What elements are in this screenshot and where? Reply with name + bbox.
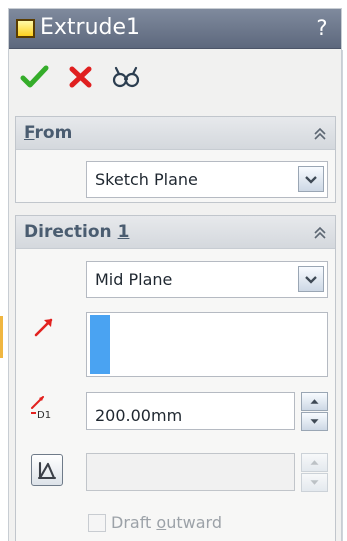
action-toolbar — [9, 50, 341, 104]
extrude-property-manager-screenshot: Extrude1 ? From Sketch Plane Direction 1… — [0, 0, 347, 541]
draft-outward-label-suffix: utward — [166, 513, 222, 532]
draft-spin-down-button — [301, 473, 328, 492]
from-mnemonic: F — [24, 123, 35, 143]
draft-outward-label-prefix: Draft — [111, 513, 157, 532]
direction-section-header[interactable]: Direction 1 — [16, 216, 335, 249]
window-title: Extrude1 — [40, 15, 141, 40]
draft-angle-input — [86, 453, 295, 491]
depth-spin-down-button[interactable] — [301, 412, 328, 431]
title-bar: Extrude1 ? — [9, 9, 341, 49]
double-chevron-up-icon[interactable] — [313, 225, 327, 241]
draft-toggle-button[interactable] — [31, 454, 63, 486]
help-button[interactable]: ? — [313, 16, 331, 40]
part-icon — [16, 19, 35, 38]
ok-button[interactable] — [19, 64, 49, 90]
direction-arrow-icon[interactable] — [32, 315, 56, 339]
direction-1-section: Direction 1 Mid Plane D1 200.00mm Draft … — [15, 215, 336, 541]
depth-spin-up-button[interactable] — [301, 392, 328, 411]
extrude-property-manager: Extrude1 ? From Sketch Plane Direction 1… — [8, 8, 343, 541]
end-condition-value: Mid Plane — [95, 270, 173, 289]
direction-section-title: Direction 1 — [24, 223, 129, 242]
from-section-title: From — [24, 124, 72, 143]
draft-outward-checkbox — [88, 514, 106, 532]
direction-title-prefix: Direction — [24, 222, 118, 242]
from-section-header[interactable]: From — [16, 117, 335, 150]
triangle-up-icon — [310, 399, 319, 404]
triangle-down-icon — [310, 480, 319, 485]
triangle-down-icon — [310, 419, 319, 424]
from-title-rest: rom — [34, 123, 73, 143]
depth-input[interactable] — [86, 392, 295, 430]
orange-graphics-edge — [0, 316, 3, 358]
draft-outward-label-mnemonic: o — [156, 513, 167, 532]
draft-icon — [37, 461, 57, 480]
end-condition-select[interactable]: Mid Plane — [86, 261, 328, 298]
start-condition-value: Sketch Plane — [95, 170, 198, 189]
direction-title-number: 1 — [117, 222, 130, 242]
checkmark-icon — [20, 65, 49, 88]
draft-outward-label: Draft outward — [111, 513, 222, 532]
x-icon — [69, 66, 92, 88]
depth-icon-label: D1 — [37, 410, 51, 420]
eyeglasses-icon — [112, 66, 140, 88]
selection-focus-indicator — [90, 315, 110, 374]
chevron-down-icon[interactable] — [298, 266, 324, 292]
triangle-up-icon — [310, 460, 319, 465]
draft-spin-up-button — [301, 453, 328, 472]
cancel-button[interactable] — [66, 64, 96, 90]
start-condition-select[interactable]: Sketch Plane — [86, 161, 328, 198]
chevron-down-icon[interactable] — [298, 166, 324, 192]
right-scrollbar-track[interactable] — [342, 50, 343, 541]
direction-reference-selection-box[interactable] — [86, 312, 328, 377]
from-section: From Sketch Plane — [15, 116, 336, 203]
dimension-icon: D1 — [28, 392, 62, 420]
preview-button[interactable] — [111, 64, 141, 90]
double-chevron-up-icon[interactable] — [313, 126, 327, 142]
